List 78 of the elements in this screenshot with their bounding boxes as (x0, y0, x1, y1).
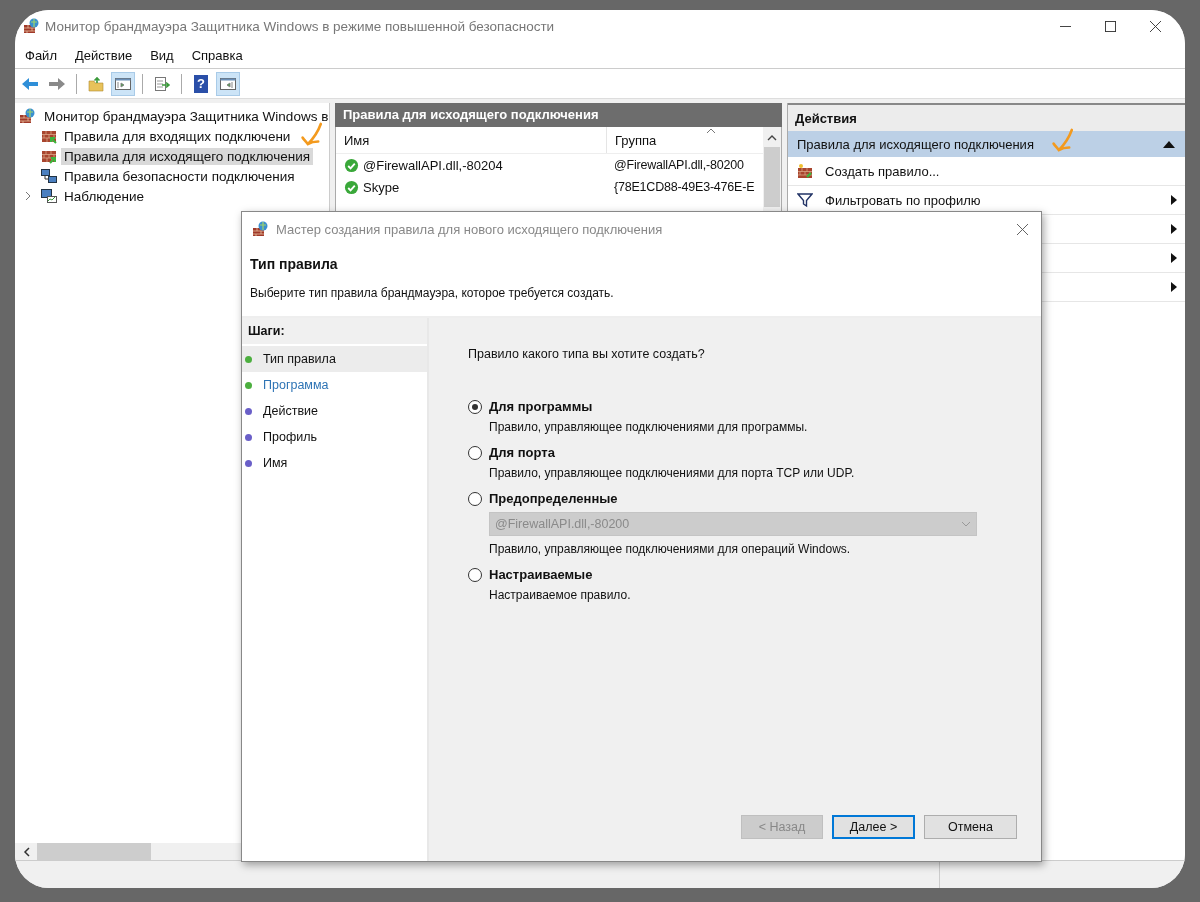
table-cell-text: @FirewallAPI.dll,-80200 (613, 158, 745, 172)
back-arrow-icon (21, 75, 39, 92)
computers-icon (41, 168, 57, 184)
tree-item[interactable]: Монитор брандмауэра Защитника Windows в (41, 107, 329, 125)
option-description: Правило, управляющее подключениями для программы. (489, 420, 809, 434)
help-button[interactable]: ? (189, 71, 213, 96)
step-item[interactable]: Программа (242, 372, 427, 398)
page-description: Выберите тип правила брандмауэра, которое требуется создать. (250, 286, 615, 300)
step-item[interactable]: Действие (242, 398, 427, 424)
section-header[interactable]: Правила для исходящего подключения (788, 131, 1185, 157)
dialog-button[interactable]: Далее > (832, 815, 915, 839)
table-cell-text: {78E1CD88-49E3-476E-E (613, 180, 756, 194)
firewall-icon (19, 108, 35, 124)
sort-caret-icon (706, 128, 716, 134)
submenu-arrow-icon[interactable] (1171, 195, 1177, 205)
folder-up-icon (87, 75, 105, 92)
radio-button[interactable] (468, 567, 482, 582)
tree-item[interactable]: Наблюдение (61, 187, 147, 205)
table-cell: @FirewallAPI.dll,-80204 (363, 157, 503, 173)
submenu-arrow-icon[interactable] (1171, 253, 1177, 263)
dialog-button[interactable]: Отмена (924, 815, 1017, 839)
option-label[interactable]: Предопределенные (489, 491, 618, 506)
menu-item[interactable]: Действие (74, 47, 133, 63)
toolbar-button[interactable] (111, 71, 135, 96)
panel-header: Правила для исходящего подключения (335, 103, 782, 127)
submenu-arrow-icon[interactable] (1171, 224, 1177, 234)
dialog-title: Мастер создания правила для нового исходящего подключения (276, 221, 663, 237)
chevron-down-icon (961, 521, 971, 527)
monitor-chart-icon (41, 188, 57, 204)
scroll-left-icon[interactable] (23, 846, 31, 857)
option-label[interactable]: Для программы (489, 399, 593, 414)
column-header[interactable]: Имя (336, 127, 606, 153)
submenu-arrow-icon[interactable] (1171, 282, 1177, 292)
section-title: Правила для исходящего подключения (797, 136, 1034, 152)
option-label[interactable]: Для порта (489, 445, 555, 460)
option-description: Настраиваемое правило. (489, 588, 632, 602)
brick-wall-icon (797, 163, 813, 179)
tree-item[interactable]: Правила для входящих подключени (61, 127, 294, 145)
step-item[interactable]: Имя (242, 450, 427, 476)
menu-item[interactable]: Справка (191, 47, 243, 63)
pane-icon (114, 75, 132, 92)
close-icon[interactable] (1150, 20, 1161, 32)
radio-button[interactable] (468, 491, 482, 506)
firewall-icon (23, 18, 39, 34)
window-title: Монитор брандмауэра Защитника Windows в режиме повышенной безопасности (45, 18, 555, 34)
maximize-icon[interactable] (1105, 20, 1116, 32)
option-description: Правило, управляющее подключениями для операций Windows. (489, 542, 852, 556)
question-text: Правило какого типа вы хотите создать? (468, 347, 706, 361)
tree-item[interactable]: Правила безопасности подключения (61, 167, 298, 185)
pane-icon (219, 75, 237, 92)
brick-wall-icon (41, 148, 57, 164)
firewall-icon (252, 221, 268, 237)
scrollbar-thumb[interactable] (37, 843, 151, 860)
option-description: Правило, управляющее подключениями для порта TCP или UDP. (489, 466, 856, 480)
menu-item[interactable]: Вид (150, 47, 174, 63)
radio-button[interactable] (468, 399, 482, 414)
table-cell: Skype (363, 179, 400, 195)
scrollbar-thumb[interactable] (764, 147, 780, 207)
menu-item[interactable]: Файл (25, 47, 57, 63)
option-label[interactable]: Настраиваемые (489, 567, 593, 582)
filter-icon (797, 192, 813, 208)
scroll-up-icon[interactable] (767, 135, 777, 141)
action-link[interactable]: Фильтровать по профилю (825, 192, 1159, 208)
toolbar-button[interactable] (216, 71, 240, 96)
radio-button[interactable] (468, 445, 482, 460)
step-item[interactable]: Тип правила (242, 346, 427, 372)
brick-wall-icon (41, 128, 57, 144)
forward-arrow-icon (48, 75, 66, 92)
collapse-triangle-icon[interactable] (1163, 140, 1175, 148)
action-link[interactable]: Создать правило... (825, 163, 1177, 179)
expand-chevron-icon[interactable] (24, 191, 32, 201)
steps-heading: Шаги: (242, 318, 427, 344)
close-icon[interactable] (1017, 223, 1028, 235)
export-list-icon (153, 75, 171, 92)
step-item[interactable]: Профиль (242, 424, 427, 450)
panel-header: Действия (788, 103, 1185, 131)
tree-item[interactable]: Правила для исходящего подключения (61, 147, 314, 165)
page-heading: Тип правила (250, 256, 339, 272)
